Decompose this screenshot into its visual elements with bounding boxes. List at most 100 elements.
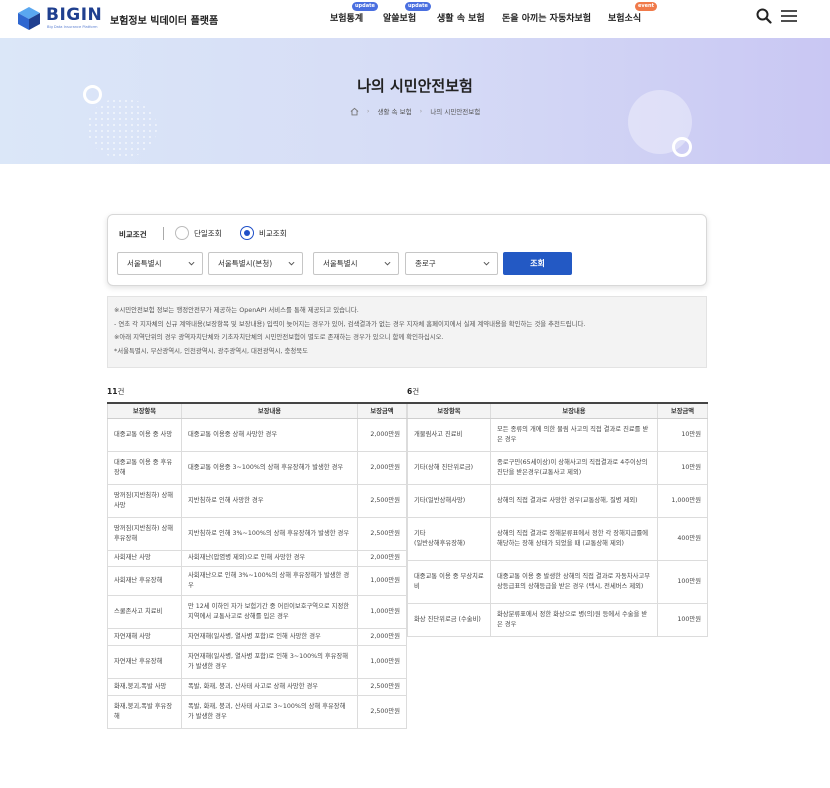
- table-row: 자연재해 사망 자연재해(일사병, 열사병 포함)로 인해 사망한 경우 2,000…: [107, 627, 407, 646]
- cell-coverage-detail: 지반침하로 인해 3%~100%의 상해 후유장해가 발생한 경우: [181, 516, 358, 551]
- radio-label: 단일조회: [194, 229, 222, 238]
- cell-coverage-item: 땅꺼짐(지반침하) 상해 후유장해: [107, 516, 182, 551]
- nav-item-statistics[interactable]: 보험통계 update: [330, 2, 378, 24]
- coverage-table-left: 보장항목 보장내용 보장금액 대중교통 이용 중 사망 대중교통 이용중 상해 사…: [107, 402, 407, 729]
- count-number: 11: [107, 387, 118, 396]
- cell-coverage-item: 대중교통 이용 중 사망: [107, 417, 182, 452]
- event-badge: event: [635, 2, 657, 11]
- table-row: 기타 (일반상해후유장해) 상해의 직접 결과로 장해분류표에서 정한 각 장해지…: [407, 516, 708, 561]
- cell-coverage-detail: 상해의 직접 결과로 사망한 경우(교통상해, 질병 제외): [490, 483, 658, 518]
- cell-coverage-amount: 2,500만원: [357, 677, 407, 696]
- table-row: 기타(상해 진단위로금) 종로구민(65세이상)이 상해사고의 직접결과로 4주이…: [407, 450, 708, 485]
- nav-label: 알쓸보험: [383, 14, 417, 24]
- table-header-row: 보장항목 보장내용 보장금액: [107, 402, 407, 419]
- chevron-down-icon: [483, 261, 490, 266]
- hero-banner: 나의 시민안전보험 › 생활 속 보험 › 나의 시민안전보험: [0, 38, 830, 164]
- nav-label: 돈을 아끼는 자동차보험: [502, 14, 592, 24]
- cell-coverage-detail: 종로구민(65세이상)이 상해사고의 직접결과로 4주이상의 진단을 받은경우(…: [490, 450, 658, 485]
- hamburger-menu-icon[interactable]: [781, 9, 797, 23]
- cell-coverage-item: 기타(일반상해사망): [407, 483, 491, 518]
- cell-coverage-detail: 대중교통 이용중 상해 사망한 경우: [181, 417, 358, 452]
- logo-subtitle: Big Data Insurance Platform: [47, 25, 98, 29]
- table-row: 스쿨존사고 치료비 만 12세 이하인 자가 보험기간 중 어린이보호구역으로 지…: [107, 594, 407, 629]
- select-value: 서울특별시: [323, 259, 358, 268]
- cell-coverage-item: 대중교통 이용 중 후유장해: [107, 450, 182, 485]
- page-title: 나의 시민안전보험: [357, 77, 473, 95]
- cell-coverage-amount: 10만원: [657, 417, 708, 452]
- cell-coverage-amount: 1,000만원: [357, 565, 407, 596]
- chevron-right-icon: ›: [366, 107, 370, 115]
- search-icon[interactable]: [756, 8, 772, 24]
- nav-item-life-insurance[interactable]: 생활 속 보험: [437, 11, 485, 24]
- cell-coverage-detail: 폭발, 화재, 붕괴, 산사태 사고로 상해 사망한 경우: [181, 677, 358, 696]
- logo-cube-icon: [18, 7, 40, 30]
- breadcrumb-item[interactable]: 생활 속 보험: [378, 106, 412, 116]
- column-header: 보장내용: [490, 402, 658, 419]
- select-value: 서울특별시: [127, 259, 162, 268]
- cell-coverage-detail: 자연재해(일사병, 열사병 포함)로 인해 사망한 경우: [181, 627, 358, 646]
- select-agency-2[interactable]: 종로구: [405, 252, 498, 275]
- cell-coverage-detail: 지반침하로 인해 사망한 경우: [181, 483, 358, 518]
- radio-label: 비교조회: [259, 229, 287, 238]
- table-row: 화재,붕괴,폭발 후유장해 폭발, 화재, 붕괴, 산사태 사고로 3~100%의…: [107, 694, 407, 729]
- filter-label: 비교조건: [119, 230, 147, 239]
- cell-coverage-detail: 사회재난(압염병 제외)으로 인해 사망한 경우: [181, 549, 358, 567]
- radio-compare-search[interactable]: [240, 226, 254, 240]
- cell-coverage-amount: 2,000만원: [357, 549, 407, 567]
- cell-coverage-amount: 100만원: [657, 602, 708, 637]
- select-region-1[interactable]: 서울특별시: [117, 252, 203, 275]
- notice-line: ※아래 지역단위의 경우 광역자치단체와 기초자치단체의 시민안전보험이 별도로…: [114, 333, 444, 342]
- cell-coverage-amount: 100만원: [657, 559, 708, 604]
- cell-coverage-detail: 대중교통 이용 중 발생한 상해의 직접 결과로 자동차사고부상등급표의 상해등…: [490, 559, 658, 604]
- column-header: 보장금액: [657, 402, 708, 419]
- cell-coverage-amount: 2,500만원: [357, 694, 407, 729]
- cell-coverage-detail: 대중교통 이용중 3~100%의 상해 후유장해가 발생한 경우: [181, 450, 358, 485]
- cell-coverage-item: 화재,붕괴,폭발 사망: [107, 677, 182, 696]
- table-row: 땅꺼짐(지반침하) 상해 사망 지반침하로 인해 사망한 경우 2,500만원: [107, 483, 407, 518]
- nav-item-car-insurance[interactable]: 돈을 아끼는 자동차보험: [502, 11, 591, 24]
- select-value: 서울특별시(본청): [218, 259, 273, 268]
- cell-coverage-amount: 2,500만원: [357, 483, 407, 518]
- cell-coverage-amount: 2,000만원: [357, 450, 407, 485]
- select-region-2[interactable]: 서울특별시: [313, 252, 399, 275]
- radio-single-search[interactable]: [175, 226, 189, 240]
- cell-coverage-item: 사회재난 사망: [107, 549, 182, 567]
- cell-coverage-detail: 만 12세 이하인 자가 보험기간 중 어린이보호구역으로 지정한 지역에서 교…: [181, 594, 358, 629]
- cell-coverage-amount: 1,000만원: [357, 644, 407, 679]
- select-agency-1[interactable]: 서울특별시(본청): [208, 252, 303, 275]
- logo[interactable]: BIGIN Big Data Insurance Platform 보험정보 빅…: [16, 4, 218, 34]
- table-row: 화상 진단위로금 (수술비) 화상분류표에서 정한 화상으로 병(의)원 등에서 …: [407, 602, 708, 637]
- cell-coverage-item: 자연재난 후유장해: [107, 644, 182, 679]
- home-icon[interactable]: [350, 107, 359, 116]
- column-header: 보장금액: [357, 402, 407, 419]
- table-row: 사회재난 후유장해 사회재난으로 인해 3%~100%의 상해 후유장해가 발생한…: [107, 565, 407, 596]
- table-row: 자연재난 후유장해 자연재해(일사병, 열사병 포함)로 인해 3~100%의 후…: [107, 644, 407, 679]
- notice-line: ※시민안전보험 정보는 행정안전부가 제공하는 OpenAPI 서비스를 통해 …: [114, 306, 359, 314]
- cell-coverage-detail: 상해의 직접 결과로 장해분류표에서 정한 각 장해지급률에 해당하는 장해 상…: [490, 516, 658, 561]
- nav-item-useful-insurance[interactable]: 알쓸보험 update: [383, 2, 431, 24]
- search-button[interactable]: 조회: [503, 252, 572, 275]
- cell-coverage-item: 자연재해 사망: [107, 627, 182, 646]
- nav-item-news[interactable]: 보험소식 event: [608, 2, 657, 24]
- count-unit: 건: [412, 387, 420, 396]
- chevron-down-icon: [288, 261, 295, 266]
- cell-coverage-amount: 1,000만원: [357, 594, 407, 629]
- cell-coverage-item: 기타 (일반상해후유장해): [407, 516, 491, 561]
- table-row: 대중교통 이용 중 후유장해 대중교통 이용중 3~100%의 상해 후유장해가 …: [107, 450, 407, 485]
- chevron-down-icon: [384, 261, 391, 266]
- notice-line: - 연초 각 지자체의 신규 계약내용(보장항목 및 보장내용) 입력이 늦어지…: [114, 319, 586, 328]
- cell-coverage-item: 화상 진단위로금 (수술비): [407, 602, 491, 637]
- notice-box: ※시민안전보험 정보는 행정안전부가 제공하는 OpenAPI 서비스를 통해 …: [107, 296, 707, 368]
- divider: [163, 227, 164, 240]
- cell-coverage-item: 화재,붕괴,폭발 후유장해: [107, 694, 182, 729]
- column-header: 보장항목: [407, 402, 491, 419]
- cell-coverage-amount: 2,000만원: [357, 627, 407, 646]
- notice-line: *서울특별시, 부산광역시, 인천광역시, 광주광역시, 대전광역시, 충청북도: [114, 346, 309, 355]
- select-value: 종로구: [415, 259, 436, 268]
- decorative-ring: [672, 137, 692, 157]
- cell-coverage-item: 땅꺼짐(지반침하) 상해 사망: [107, 483, 182, 518]
- table-row: 기타(일반상해사망) 상해의 직접 결과로 사망한 경우(교통상해, 질병 제외)…: [407, 483, 708, 518]
- breadcrumb-item-current: 나의 시민안전보험: [430, 108, 481, 116]
- table-row: 화재,붕괴,폭발 사망 폭발, 화재, 붕괴, 산사태 사고로 상해 사망한 경우…: [107, 677, 407, 696]
- column-header: 보장내용: [181, 402, 358, 419]
